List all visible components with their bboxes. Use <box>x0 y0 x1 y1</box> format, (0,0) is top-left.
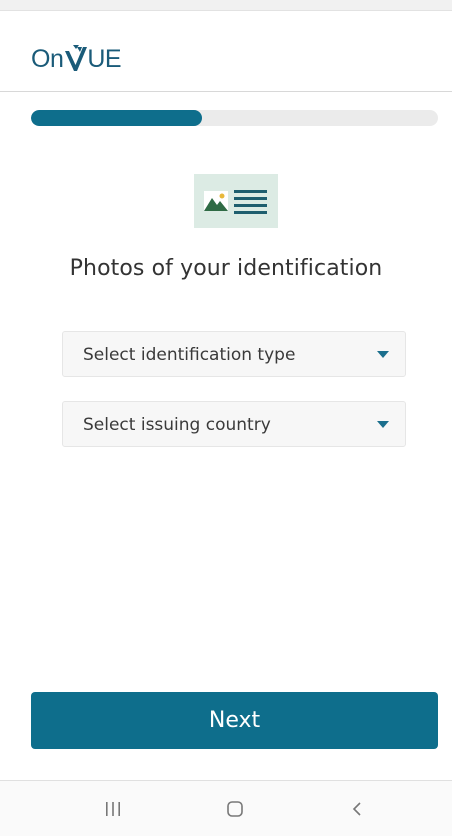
onvue-logo: On UE <box>31 33 122 73</box>
system-navigation-bar <box>0 780 452 836</box>
back-icon <box>352 802 361 816</box>
screen: On UE Photos of your identification Sele… <box>0 0 452 836</box>
page-title: Photos of your identification <box>69 256 383 281</box>
logo-text-ue: UE <box>87 45 122 73</box>
identification-type-select[interactable]: Select identification type <box>62 331 406 377</box>
dropdown-caret-icon <box>377 421 389 428</box>
app-header: On UE <box>0 11 452 92</box>
home-icon <box>227 801 243 817</box>
progress-bar <box>31 110 438 126</box>
back-button[interactable] <box>328 781 388 836</box>
status-bar <box>0 0 452 11</box>
next-button[interactable]: Next <box>31 692 438 749</box>
recent-apps-icon <box>106 802 120 816</box>
logo-text-on: On <box>31 45 64 73</box>
dropdown-caret-icon <box>377 351 389 358</box>
progress-bar-fill <box>31 110 202 126</box>
id-photo-document-icon <box>194 174 278 228</box>
issuing-country-select[interactable]: Select issuing country <box>62 401 406 447</box>
recent-apps-button[interactable] <box>83 781 143 836</box>
home-button[interactable] <box>205 781 265 836</box>
identification-type-select-label: Select identification type <box>83 345 296 365</box>
issuing-country-select-label: Select issuing country <box>83 415 271 435</box>
logo-v-check-icon <box>65 45 88 71</box>
